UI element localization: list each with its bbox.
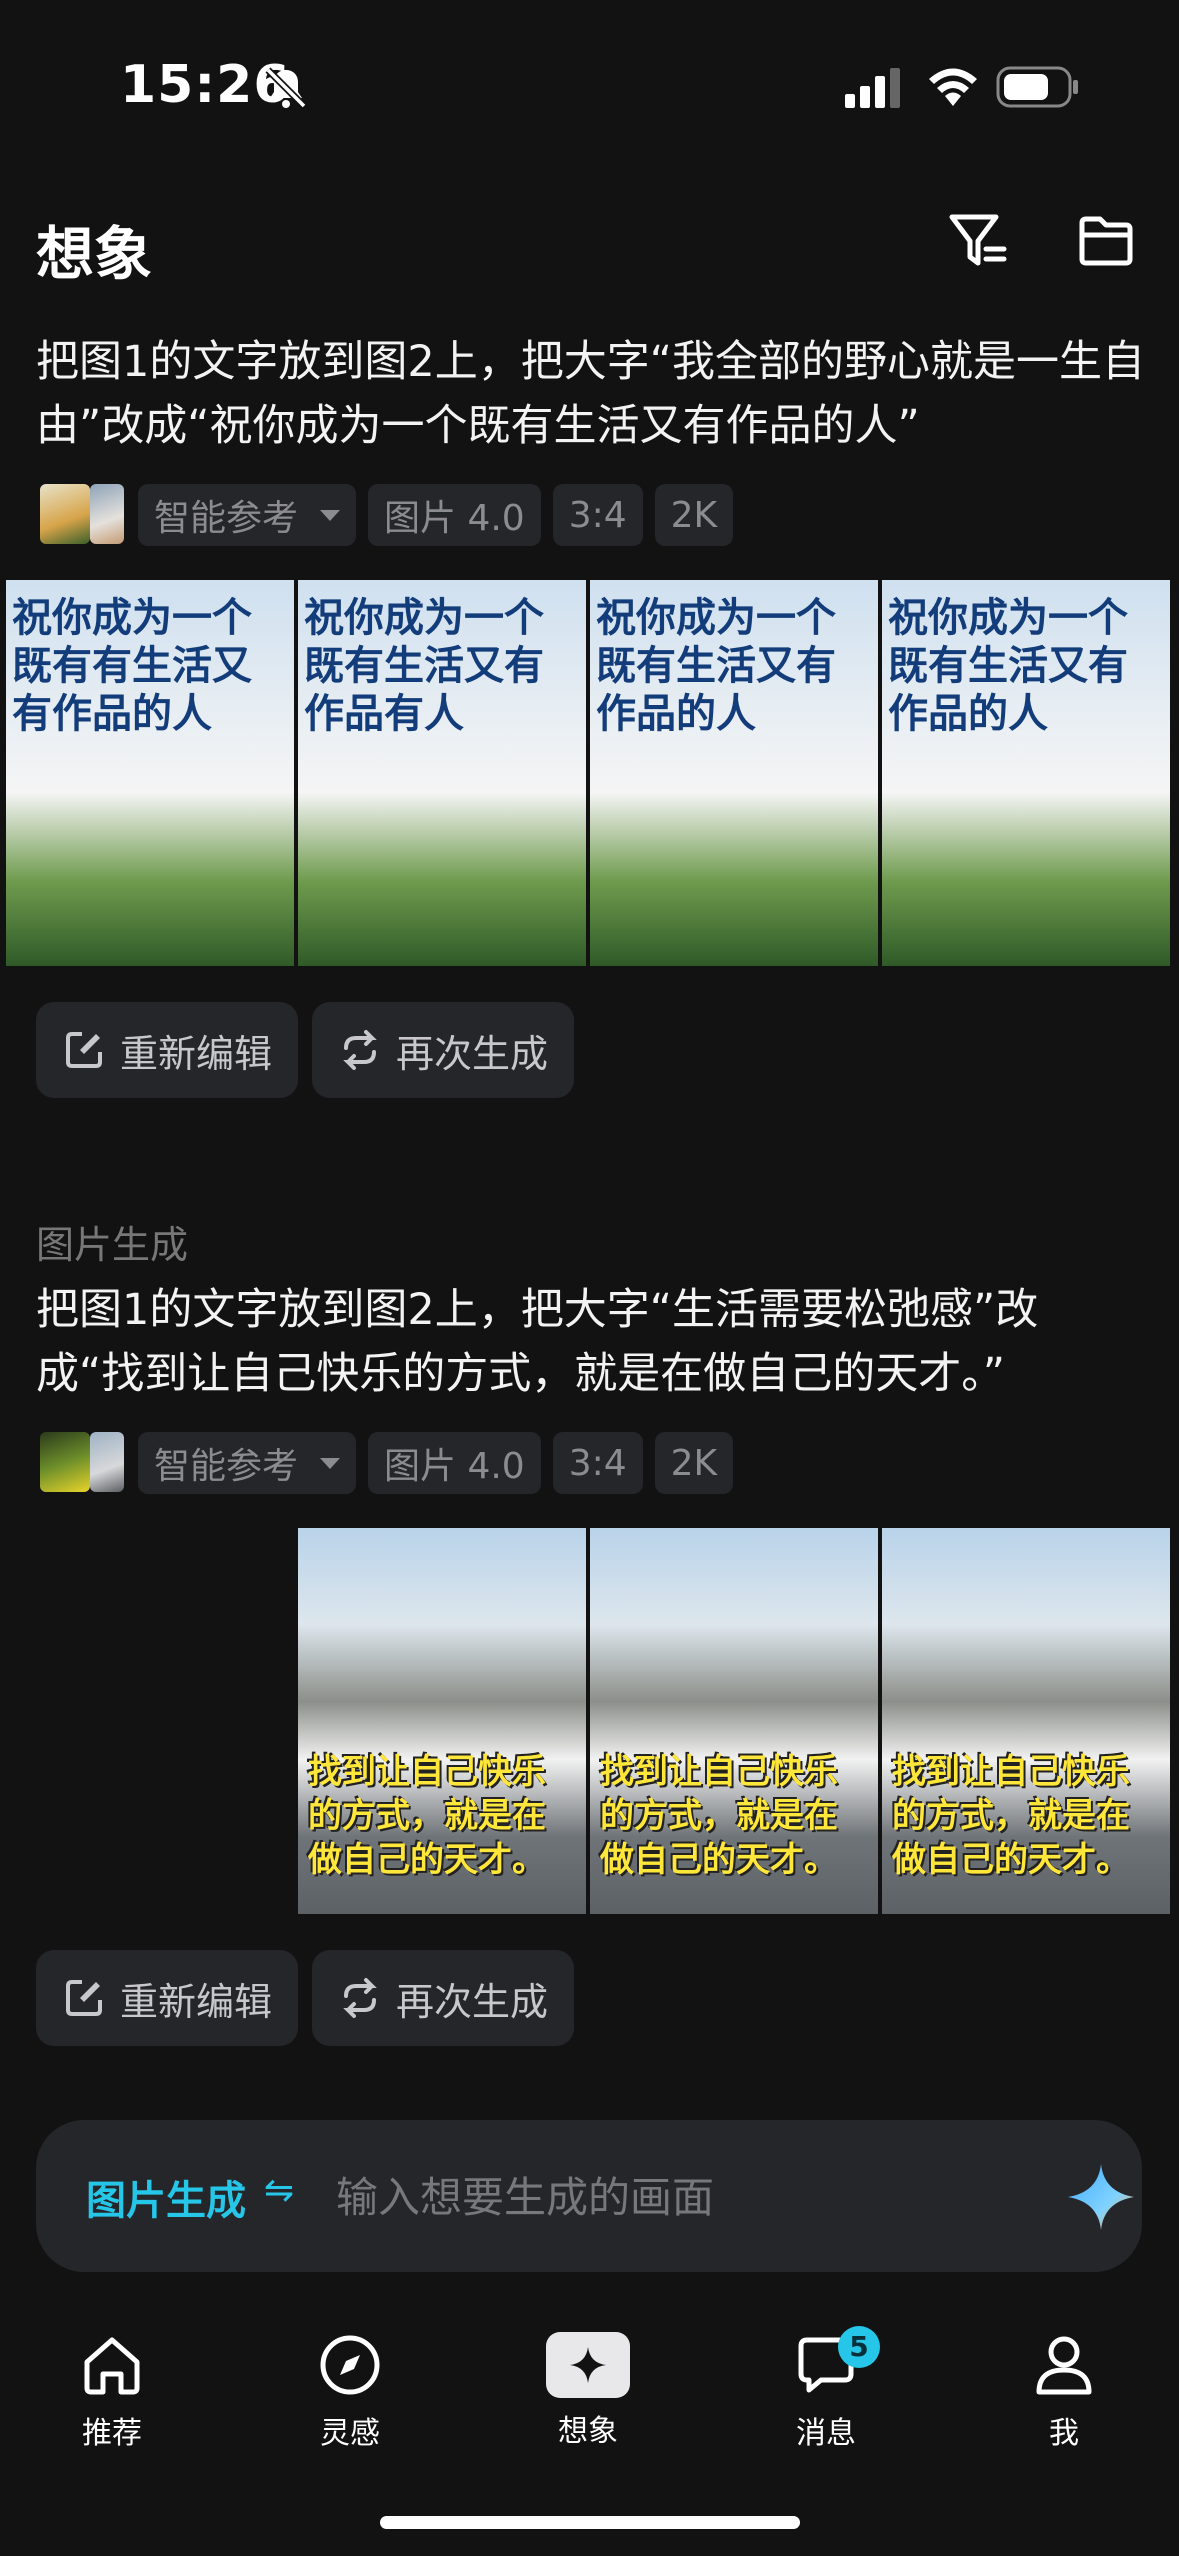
generation-meta: 智能参考 图片 4.0 3:4 2K <box>36 1432 734 1494</box>
ratio-label: 3:4 <box>568 1442 627 1484</box>
imagine-icon-wrap <box>546 2332 630 2398</box>
chevron-down-icon <box>320 1457 341 1469</box>
generated-images: 找到让自己快乐的方式，就是在做自己的天才。 找到让自己快乐的方式，就是在做自己的… <box>6 1528 1174 1914</box>
status-bar: 15:26 <box>0 0 1179 170</box>
home-indicator <box>380 2516 800 2529</box>
prompt-input[interactable] <box>334 2154 978 2240</box>
reference-mode-label: 智能参考 <box>154 1446 299 1487</box>
folder-icon[interactable] <box>1076 211 1136 271</box>
model-chip: 图片 4.0 <box>368 1432 541 1494</box>
model-label: 图片 4.0 <box>384 498 525 539</box>
generated-image[interactable]: 找到让自己快乐的方式，就是在做自己的天才。 <box>298 1528 586 1914</box>
nav-label: 灵感 <box>320 2416 380 2451</box>
nav-label: 我 <box>1049 2416 1079 2451</box>
reference-mode-dropdown[interactable]: 智能参考 <box>138 484 357 546</box>
re-edit-button[interactable]: 重新编辑 <box>36 1002 299 1098</box>
cellular-signal-icon <box>845 68 900 108</box>
ratio-chip: 3:4 <box>552 484 643 546</box>
nav-item-inspiration[interactable]: 灵感 <box>270 2330 430 2452</box>
image-overlay-text: 找到让自己快乐的方式，就是在做自己的天才。 <box>308 1752 546 1880</box>
reference-thumbnails[interactable] <box>36 484 126 546</box>
reference-thumbnails[interactable] <box>36 1432 126 1494</box>
nav-item-imagine[interactable]: 想象 <box>508 2330 668 2450</box>
resolution-label: 2K <box>670 494 718 536</box>
generation-actions: 重新编辑 再次生成 <box>36 1002 575 1098</box>
ratio-chip: 3:4 <box>552 1432 643 1494</box>
resolution-chip: 2K <box>654 484 734 546</box>
re-edit-label: 重新编辑 <box>120 1031 273 1076</box>
nav-label: 想象 <box>558 2414 618 2449</box>
image-overlay-text: 找到让自己快乐的方式，就是在做自己的天才。 <box>892 1752 1130 1880</box>
sparkle-icon <box>570 2347 606 2383</box>
edit-icon <box>66 1032 102 1068</box>
model-chip: 图片 4.0 <box>368 484 541 546</box>
regenerate-button[interactable]: 再次生成 <box>312 1950 575 2046</box>
reference-mode-label: 智能参考 <box>154 498 299 539</box>
generated-image[interactable]: 祝你成为一个既有生活又有作品的人 <box>590 580 878 966</box>
image-overlay-text: 祝你成为一个既有生活又有作品有人 <box>304 595 544 737</box>
refresh-icon <box>343 1978 377 2018</box>
compass-icon <box>320 2335 380 2395</box>
generated-image[interactable]: 祝你成为一个既有有生活又有作品的人 <box>6 580 294 966</box>
generated-images: 祝你成为一个既有有生活又有作品的人 祝你成为一个既有生活又有作品有人 祝你成为一… <box>6 580 1174 966</box>
nav-item-me[interactable]: 我 <box>984 2330 1144 2452</box>
regenerate-label: 再次生成 <box>396 1031 549 1076</box>
refresh-icon <box>343 1030 377 1070</box>
sparkle-generate-icon[interactable] <box>1066 2162 1136 2232</box>
regenerate-label: 再次生成 <box>396 1979 549 2024</box>
wifi-icon <box>929 68 977 106</box>
reference-image-2 <box>90 484 124 544</box>
ratio-label: 3:4 <box>568 494 627 536</box>
image-overlay-text: 祝你成为一个既有生活又有作品的人 <box>596 595 836 737</box>
nav-item-messages[interactable]: 5 消息 <box>746 2326 906 2452</box>
re-edit-label: 重新编辑 <box>120 1979 273 2024</box>
image-overlay-text: 祝你成为一个既有有生活又有作品的人 <box>12 595 252 737</box>
reference-image-1 <box>40 484 90 544</box>
chevron-down-icon <box>320 509 341 521</box>
user-icon <box>1036 2336 1092 2395</box>
resolution-chip: 2K <box>654 1432 734 1494</box>
re-edit-button[interactable]: 重新编辑 <box>36 1950 299 2046</box>
swap-mode-icon[interactable]: ⇋ <box>264 2170 294 2211</box>
generated-image[interactable]: 找到让自己快乐的方式，就是在做自己的天才。 <box>882 1528 1170 1914</box>
battery-icon <box>996 66 1078 108</box>
generation-prompt: 把图1的文字放到图2上，把大字“生活需要松弛感”改成“找到让自己快乐的方式，就是… <box>36 1285 1039 1399</box>
image-overlay-text: 找到让自己快乐的方式，就是在做自己的天才。 <box>600 1752 838 1880</box>
image-overlay-text: 祝你成为一个既有生活又有作品的人 <box>888 595 1128 737</box>
home-icon <box>84 2337 140 2395</box>
page-header: 想象 <box>0 195 1179 295</box>
nav-label: 消息 <box>796 2416 856 2451</box>
page-title: 想象 <box>36 220 153 288</box>
model-label: 图片 4.0 <box>384 1446 525 1487</box>
edit-icon <box>66 1980 102 2016</box>
generated-image[interactable]: 找到让自己快乐的方式，就是在做自己的天才。 <box>590 1528 878 1914</box>
unread-badge: 5 <box>838 2326 880 2368</box>
resolution-label: 2K <box>670 1442 718 1484</box>
generation-actions: 重新编辑 再次生成 <box>36 1950 575 2046</box>
section-label: 图片生成 <box>36 1223 189 1267</box>
generation-meta: 智能参考 图片 4.0 3:4 2K <box>36 484 734 546</box>
nav-item-recommend[interactable]: 推荐 <box>32 2330 192 2452</box>
filter-icon[interactable] <box>946 209 1010 273</box>
prompt-composer: 图片生成 ⇋ <box>36 2120 1142 2272</box>
nav-label: 推荐 <box>82 2416 142 2451</box>
bottom-nav: 推荐 灵感 想象 5 消息 我 <box>0 2300 1179 2480</box>
generation-mode-switch[interactable]: 图片生成 <box>86 2168 246 2226</box>
regenerate-button[interactable]: 再次生成 <box>312 1002 575 1098</box>
generated-image[interactable]: 祝你成为一个既有生活又有作品有人 <box>298 580 586 966</box>
reference-image-1 <box>40 1432 90 1492</box>
reference-mode-dropdown[interactable]: 智能参考 <box>138 1432 357 1494</box>
reference-image-2 <box>90 1432 124 1492</box>
bell-off-icon <box>265 67 307 109</box>
generated-image[interactable]: 祝你成为一个既有生活又有作品的人 <box>882 580 1170 966</box>
generation-prompt: 把图1的文字放到图2上，把大字“我全部的野心就是一生自由”改成“祝你成为一个既有… <box>36 337 1145 451</box>
